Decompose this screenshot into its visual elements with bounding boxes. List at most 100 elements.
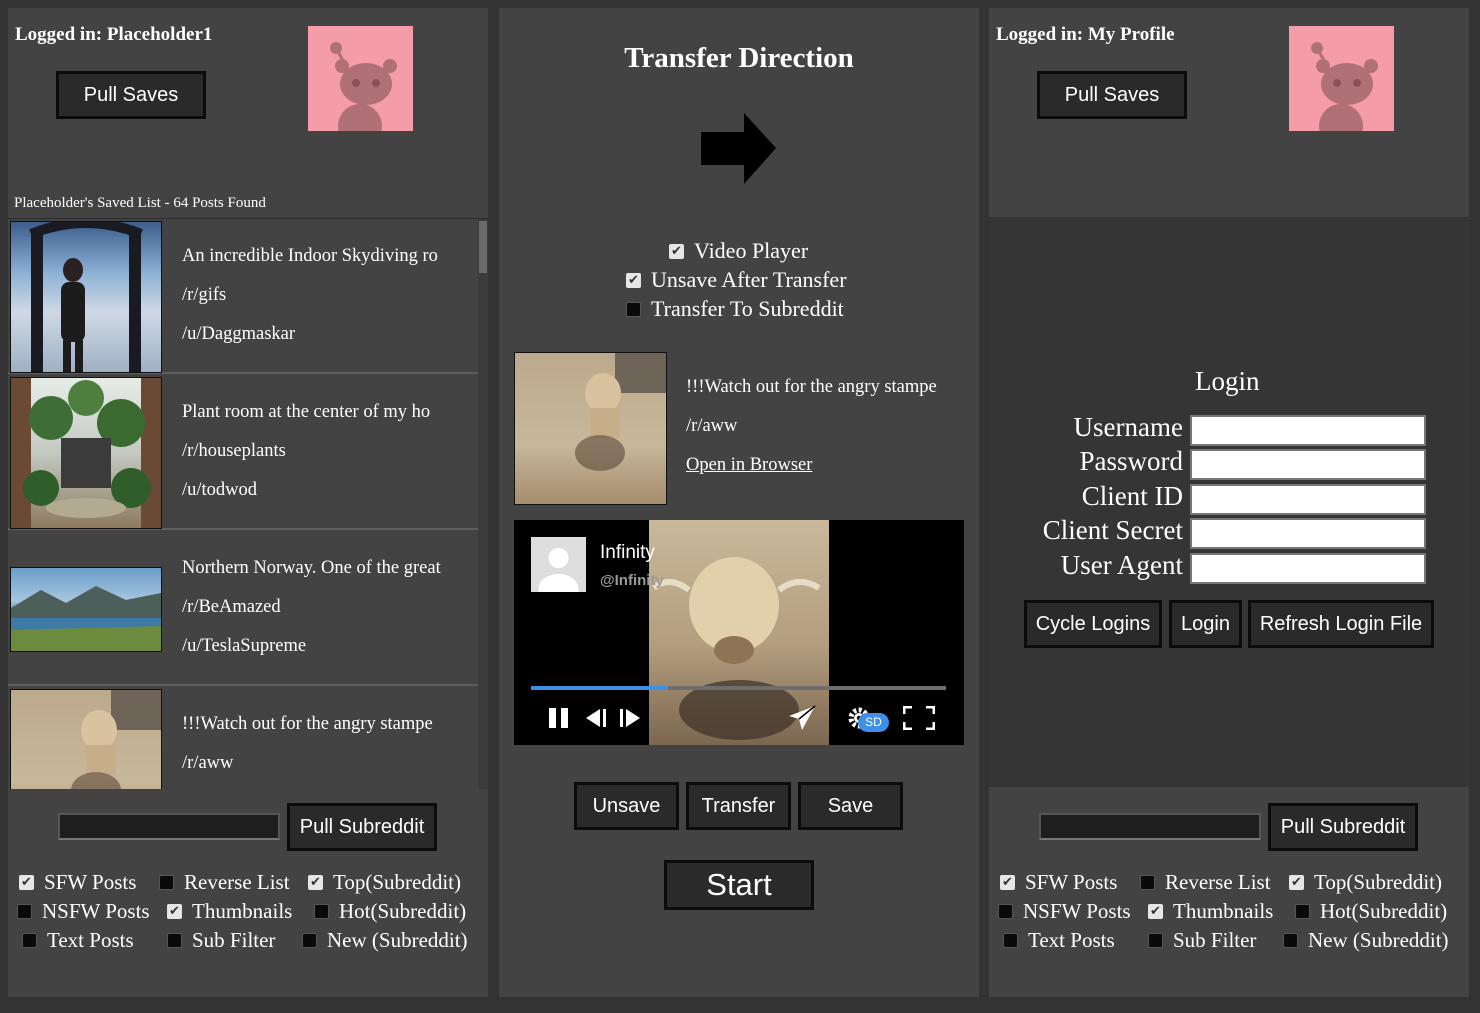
left-pull-subreddit-button[interactable]: Pull Subreddit [287, 803, 437, 851]
client-id-label: Client ID [1081, 481, 1183, 511]
right-profile-avatar [1289, 26, 1394, 131]
right-sfw-checkbox[interactable]: ✔ SFW Posts [1000, 870, 1117, 895]
checkbox-box[interactable] [1295, 904, 1310, 919]
left-nsfw-checkbox[interactable]: NSFW Posts [17, 899, 150, 924]
right-new-checkbox[interactable]: New (Subreddit) [1283, 928, 1449, 953]
post-thumbnail [10, 377, 162, 529]
left-subreddit-input[interactable] [58, 813, 280, 840]
right-reverse-checkbox[interactable]: Reverse List [1140, 870, 1271, 895]
checkbox-box[interactable]: ✔ [626, 272, 641, 288]
video-player-checkbox[interactable]: ✔ Video Player [669, 238, 808, 264]
right-subfilter-checkbox[interactable]: Sub Filter [1148, 928, 1256, 953]
post-subreddit: /r/gifs [182, 285, 227, 305]
list-item[interactable]: !!!Watch out for the angry stampe /r/aww [8, 687, 478, 789]
post-thumbnail [10, 221, 162, 373]
checkbox-box[interactable]: ✔ [19, 875, 34, 890]
transfer-to-subreddit-checkbox[interactable]: Transfer To Subreddit [626, 296, 844, 322]
next-frame-icon[interactable] [618, 708, 642, 728]
checkbox-box[interactable] [314, 904, 329, 919]
checkbox-box[interactable] [1140, 875, 1155, 890]
right-logged-in-label: Logged in: My Profile [996, 24, 1175, 45]
checkbox-box[interactable] [626, 301, 641, 317]
user-agent-field[interactable] [1190, 553, 1426, 584]
video-player[interactable]: Infinity @Infinity SD [514, 520, 964, 745]
right-pull-saves-button[interactable]: Pull Saves [1037, 71, 1187, 119]
right-thumbnails-checkbox[interactable]: ✔ Thumbnails [1148, 899, 1273, 924]
checkbox-label: SFW Posts [1025, 870, 1118, 894]
right-text-checkbox[interactable]: Text Posts [1003, 928, 1115, 953]
right-subreddit-input[interactable] [1039, 813, 1261, 840]
password-field[interactable] [1190, 449, 1426, 480]
left-top-checkbox[interactable]: ✔ Top(Subreddit) [308, 870, 461, 895]
open-in-browser-link[interactable]: Open in Browser [686, 455, 812, 476]
left-subfilter-checkbox[interactable]: Sub Filter [167, 928, 275, 953]
left-new-checkbox[interactable]: New (Subreddit) [302, 928, 468, 953]
left-text-checkbox[interactable]: Text Posts [22, 928, 134, 953]
post-user: /u/todwod [182, 480, 258, 500]
client-secret-field[interactable] [1190, 518, 1426, 549]
username-label: Username [1073, 412, 1183, 442]
checkbox-box[interactable]: ✔ [1289, 875, 1304, 890]
checkbox-box[interactable] [1148, 933, 1163, 948]
checkbox-label: Sub Filter [192, 928, 276, 952]
checkbox-box[interactable] [302, 933, 317, 948]
right-pull-subreddit-button[interactable]: Pull Subreddit [1268, 803, 1418, 851]
right-nsfw-checkbox[interactable]: NSFW Posts [998, 899, 1131, 924]
left-thumbnails-checkbox[interactable]: ✔ Thumbnails [167, 899, 292, 924]
transfer-button[interactable]: Transfer [686, 782, 791, 830]
post-list-scrollbar[interactable] [478, 219, 488, 789]
post-user: /u/Daggmaskar [182, 324, 296, 344]
refresh-login-file-button[interactable]: Refresh Login File [1248, 600, 1434, 648]
saved-list-title: Placeholder's Saved List - 64 Posts Foun… [14, 195, 266, 211]
left-hot-checkbox[interactable]: Hot(Subreddit) [314, 899, 466, 924]
share-icon[interactable] [787, 704, 817, 732]
client-secret-label: Client Secret [1042, 515, 1183, 545]
list-item[interactable]: An incredible Indoor Skydiving ro /r/gif… [8, 219, 478, 374]
checkbox-box[interactable] [998, 904, 1013, 919]
post-subreddit: /r/aww [182, 753, 234, 773]
save-button[interactable]: Save [798, 782, 903, 830]
fullscreen-icon[interactable] [903, 706, 935, 730]
checkbox-box[interactable] [22, 933, 37, 948]
right-top-checkbox[interactable]: ✔ Top(Subreddit) [1289, 870, 1442, 895]
login-heading: Login [1195, 366, 1260, 396]
checkbox-box[interactable] [167, 933, 182, 948]
pause-icon[interactable] [547, 706, 571, 730]
left-sfw-checkbox[interactable]: ✔ SFW Posts [19, 870, 136, 895]
start-button[interactable]: Start [664, 860, 814, 910]
checkbox-label: New (Subreddit) [327, 928, 468, 952]
checkbox-box[interactable]: ✔ [669, 243, 684, 259]
reddit-snoo-icon [330, 42, 397, 131]
checkbox-box[interactable] [159, 875, 174, 890]
client-id-field[interactable] [1190, 484, 1426, 515]
checkbox-box[interactable]: ✔ [167, 904, 182, 919]
unsave-button[interactable]: Unsave [574, 782, 679, 830]
unsave-after-transfer-checkbox[interactable]: ✔ Unsave After Transfer [626, 267, 847, 293]
left-reverse-checkbox[interactable]: Reverse List [159, 870, 290, 895]
post-thumbnail [10, 567, 162, 652]
post-thumbnail [10, 689, 162, 789]
login-button[interactable]: Login [1169, 600, 1242, 648]
left-pull-saves-button[interactable]: Pull Saves [56, 71, 206, 119]
list-item[interactable]: Plant room at the center of my ho /r/hou… [8, 375, 478, 530]
scrollbar-thumb[interactable] [479, 221, 487, 273]
password-label: Password [1079, 446, 1183, 476]
arrow-right-icon[interactable] [700, 110, 778, 188]
checkbox-box[interactable]: ✔ [1000, 875, 1015, 890]
user-avatar-icon [531, 537, 586, 592]
checkbox-box[interactable] [17, 904, 32, 919]
checkbox-label: Top(Subreddit) [333, 870, 462, 894]
checkbox-box[interactable] [1283, 933, 1298, 948]
username-field[interactable] [1190, 415, 1426, 446]
prev-frame-icon[interactable] [584, 708, 608, 728]
checkbox-box[interactable] [1003, 933, 1018, 948]
video-progress-track[interactable] [531, 686, 946, 690]
checkbox-box[interactable]: ✔ [1148, 904, 1163, 919]
checkbox-label: Transfer To Subreddit [651, 296, 844, 321]
cycle-logins-button[interactable]: Cycle Logins [1024, 600, 1162, 648]
right-hot-checkbox[interactable]: Hot(Subreddit) [1295, 899, 1447, 924]
list-item[interactable]: Northern Norway. One of the great /r/BeA… [8, 531, 478, 686]
checkbox-label: Hot(Subreddit) [1320, 899, 1448, 923]
checkbox-box[interactable]: ✔ [308, 875, 323, 890]
saved-post-list[interactable]: An incredible Indoor Skydiving ro /r/gif… [8, 218, 488, 789]
